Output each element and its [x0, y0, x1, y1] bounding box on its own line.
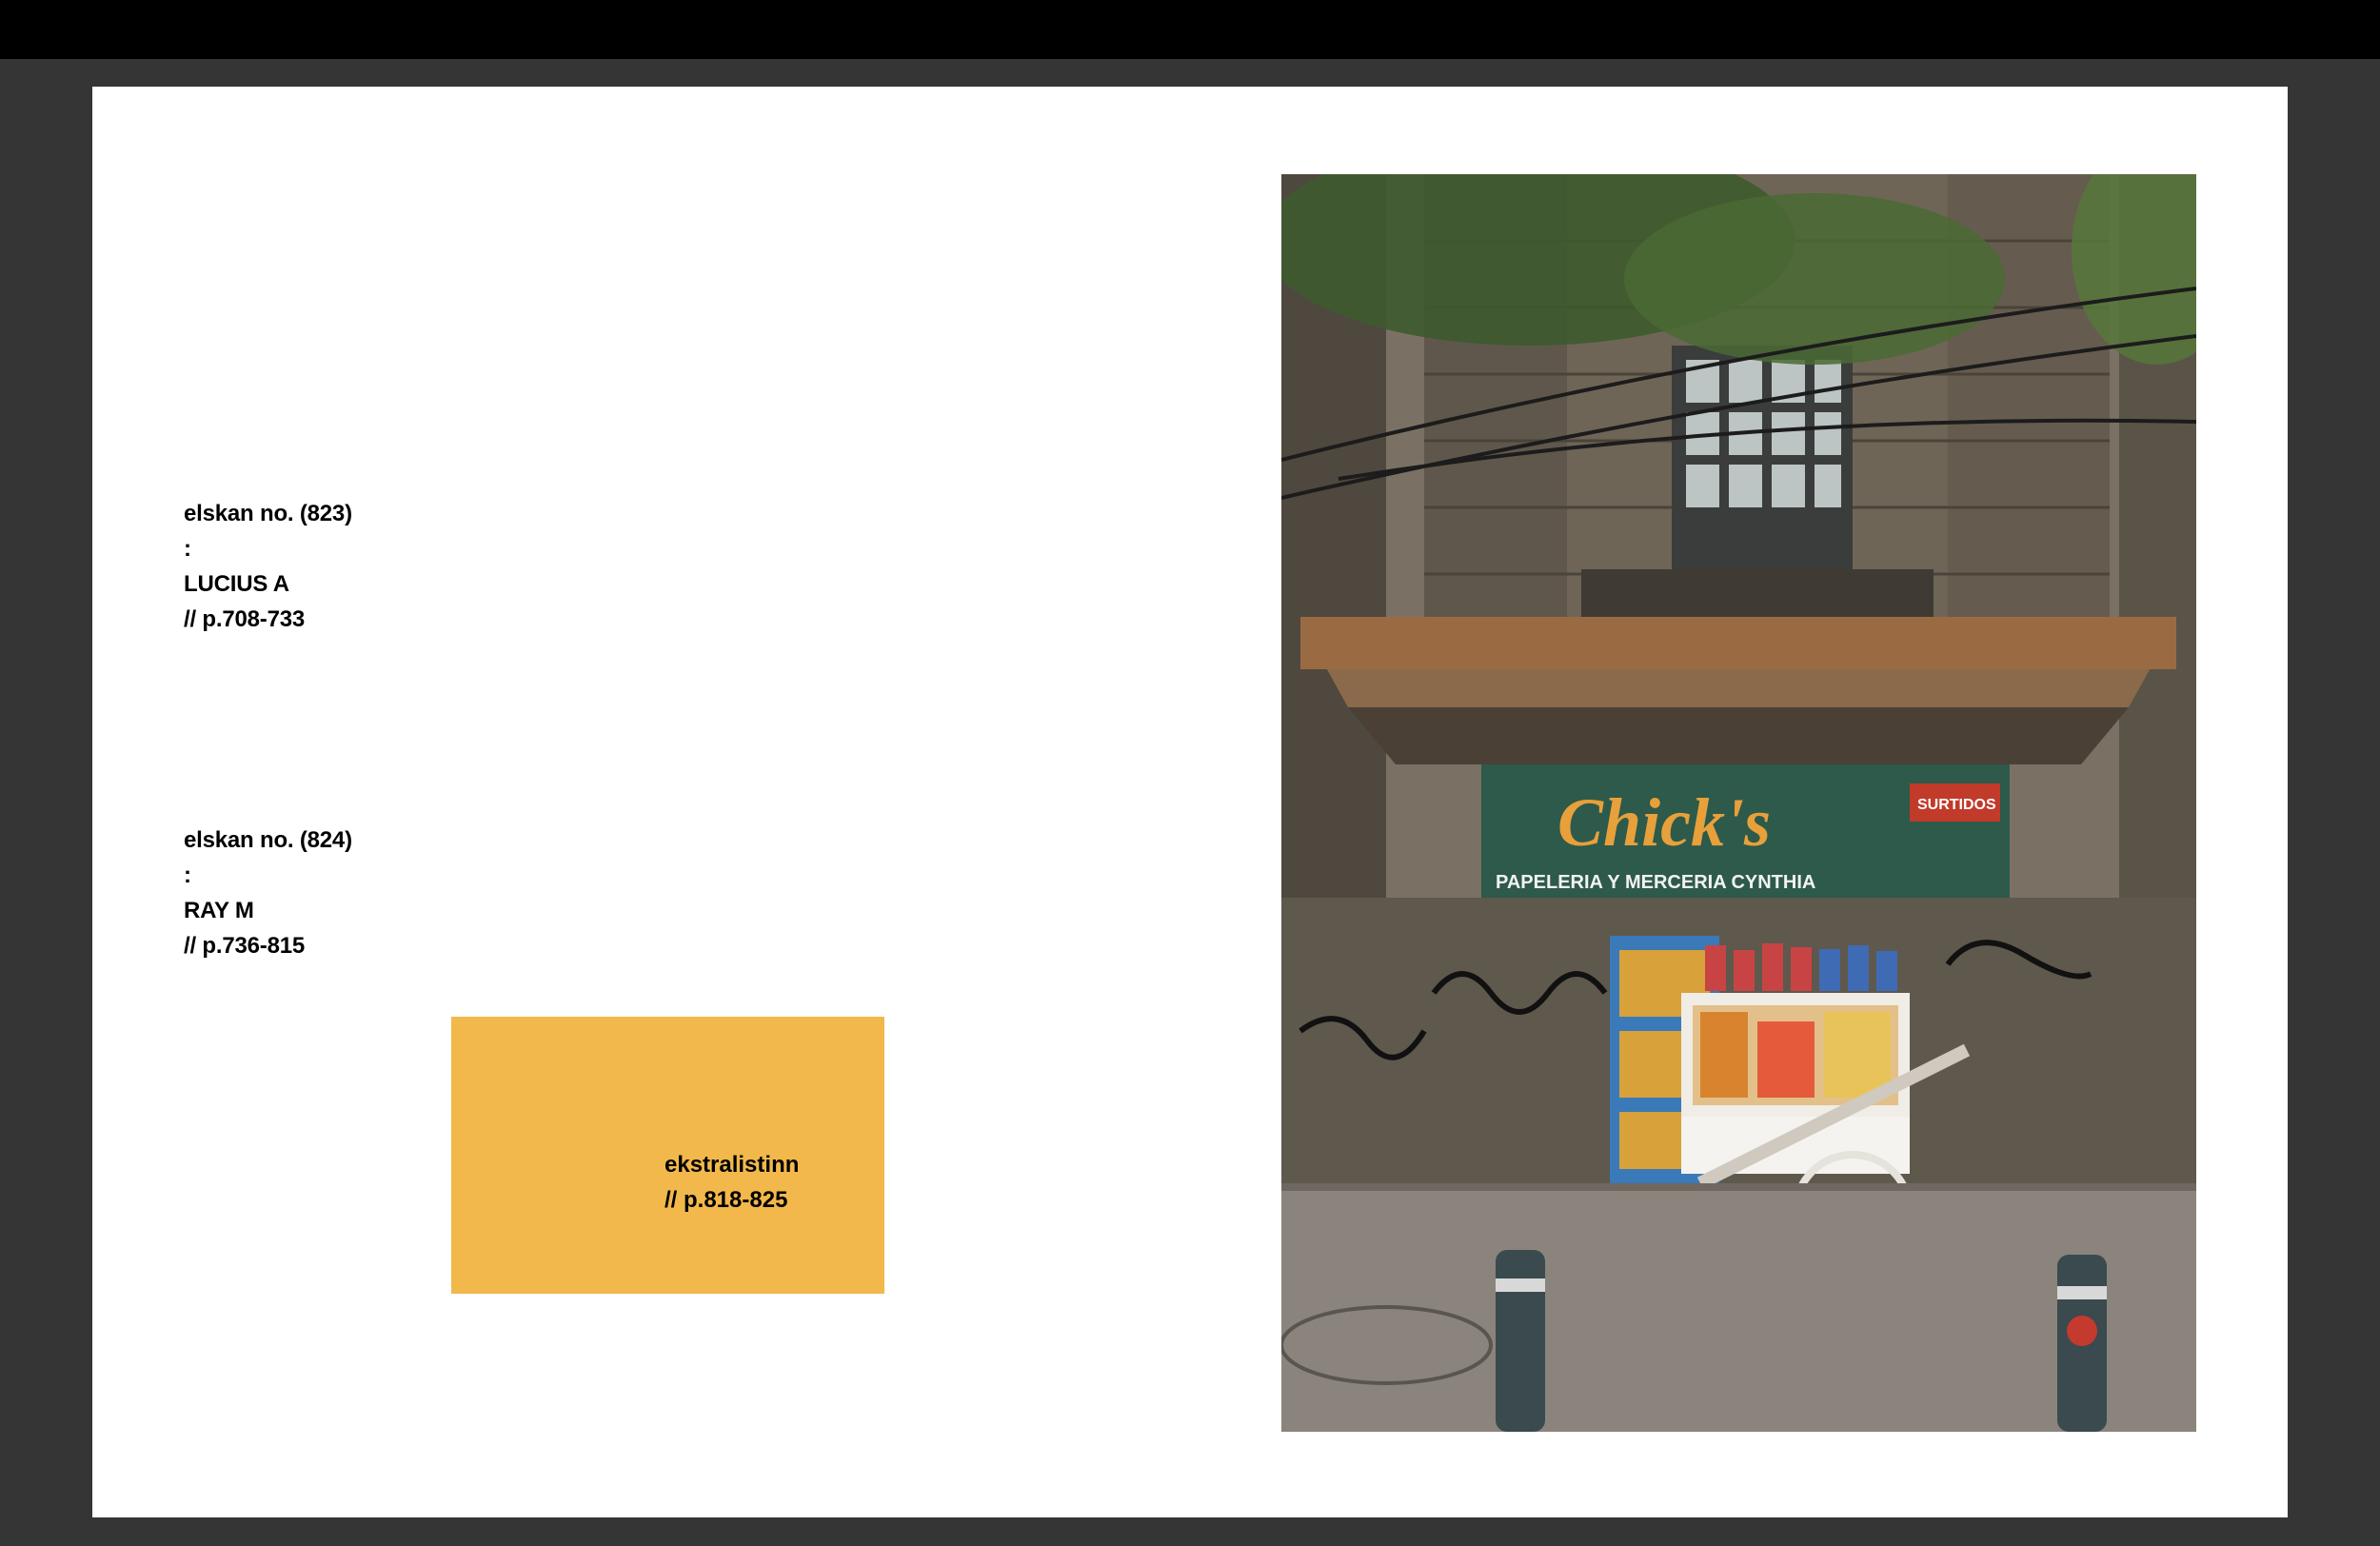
street-photo: Chick's PAPELERIA Y MERCERIA CYNTHIA SUR… [1281, 174, 2196, 1432]
entry-number: elskan no. (824) [184, 827, 352, 853]
entry-name: LUCIUS A [184, 571, 289, 597]
street-photo-illustration: Chick's PAPELERIA Y MERCERIA CYNTHIA SUR… [1281, 174, 2196, 1432]
entry-824: elskan no. (824) : RAY M // p.736-815 [184, 823, 352, 963]
entry-pages: // p.708-733 [184, 606, 306, 632]
entry-number: elskan no. (823) [184, 501, 352, 526]
extra-list-title: ekstralistinn [664, 1152, 800, 1178]
sign-subtitle-text: PAPELERIA Y MERCERIA CYNTHIA [1496, 872, 1815, 893]
extra-list-label: ekstralistinn // p.818-825 [664, 1147, 799, 1218]
sign-brand-text: Chick's [1557, 784, 1771, 861]
extra-list-box: ekstralistinn // p.818-825 [451, 1017, 884, 1294]
extra-list-pages: // p.818-825 [664, 1187, 788, 1213]
entry-823: elskan no. (823) : LUCIUS A // p.708-733 [184, 496, 352, 637]
book-spread: elskan no. (823) : LUCIUS A // p.708-733… [92, 87, 2288, 1517]
entry-pages: // p.736-815 [184, 933, 306, 959]
entry-name: RAY M [184, 898, 254, 923]
entry-separator: : [184, 862, 191, 888]
sign-tag-text: SURTIDOS [1917, 797, 1996, 813]
entry-separator: : [184, 536, 191, 562]
top-bar [0, 0, 2380, 59]
